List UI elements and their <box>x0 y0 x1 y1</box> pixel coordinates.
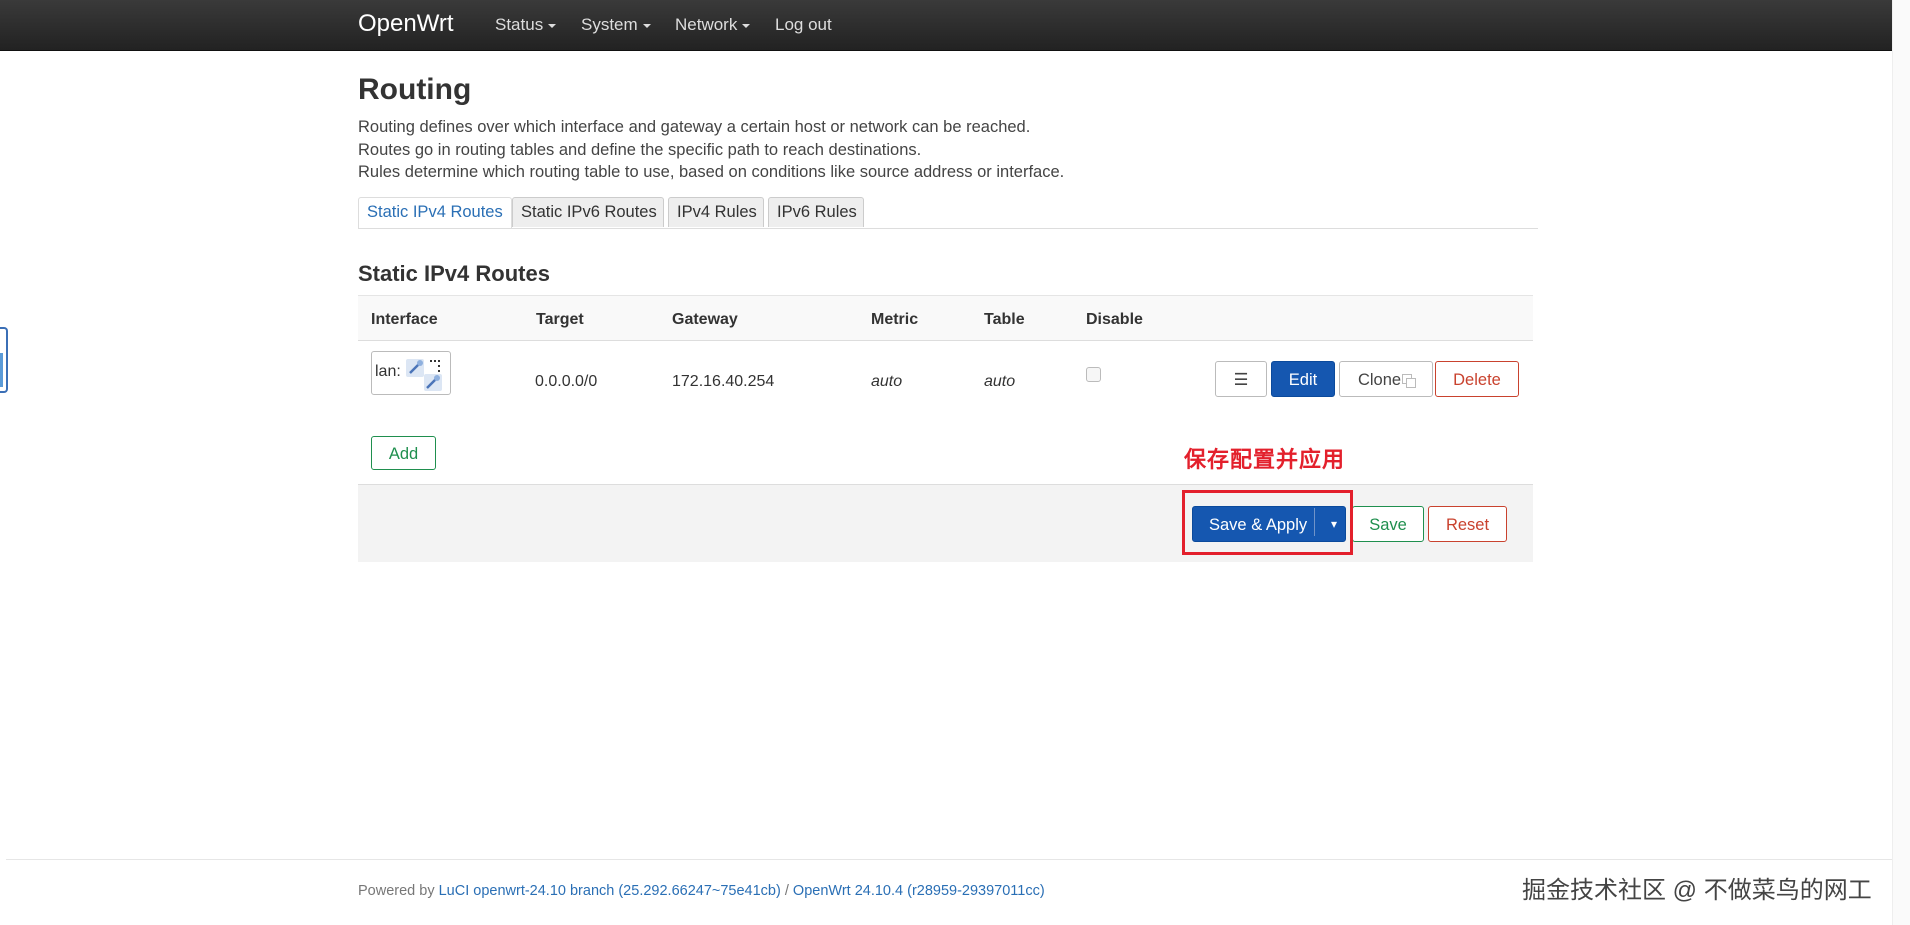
clone-button[interactable]: Clone <box>1339 361 1433 397</box>
description-line: Routing defines over which interface and… <box>358 118 1031 136</box>
description-line: Rules determine which routing table to u… <box>358 163 1065 181</box>
row-menu-button[interactable]: ☰ <box>1215 361 1267 397</box>
cell-metric: auto <box>871 373 903 390</box>
nav-logout[interactable]: Log out <box>775 15 832 35</box>
page-description: Routing defines over which interface and… <box>358 116 1064 184</box>
description-line: Routes go in routing tables and define t… <box>358 140 922 159</box>
openwrt-link[interactable]: OpenWrt 24.10.4 (r28959-29397011cc) <box>793 883 1045 899</box>
nav-system-label: System <box>581 15 638 34</box>
delete-button[interactable]: Delete <box>1435 361 1519 397</box>
interface-name: lan: <box>375 363 401 380</box>
disable-checkbox[interactable] <box>1086 367 1101 382</box>
footer-divider <box>6 859 1892 860</box>
luci-link[interactable]: LuCI openwrt-24.10 branch (25.292.66247~… <box>439 883 781 899</box>
column-disable: Disable <box>1086 311 1143 328</box>
top-navbar: OpenWrt Status System Network Log out <box>0 0 1892 51</box>
nav-status[interactable]: Status <box>495 15 557 35</box>
routes-table: Interface Target Gateway Metric Table Di… <box>358 295 1533 445</box>
tab-ipv6-rules[interactable]: IPv6 Rules <box>768 197 864 227</box>
save-button[interactable]: Save <box>1352 506 1424 542</box>
tab-static-ipv4-routes[interactable]: Static IPv4 Routes <box>358 197 512 228</box>
nav-network[interactable]: Network <box>675 15 751 35</box>
cell-table: auto <box>984 373 1016 390</box>
table-row: lan: 0.0.0.0/0 172.16.40.254 auto auto ☰… <box>358 341 1533 421</box>
column-interface: Interface <box>371 311 438 328</box>
annotation-label: 保存配置并应用 <box>1184 447 1346 472</box>
ethernet-port-icon <box>406 359 442 391</box>
page-title: Routing <box>358 73 472 106</box>
caret-down-icon <box>642 23 651 28</box>
footer-separator: / <box>784 883 789 899</box>
tab-static-ipv6-routes[interactable]: Static IPv6 Routes <box>512 197 664 227</box>
brand-logo[interactable]: OpenWrt <box>358 10 454 38</box>
caret-down-icon <box>742 23 751 28</box>
edit-button[interactable]: Edit <box>1271 361 1335 397</box>
side-panel-handle-fill <box>0 353 3 387</box>
section-title: Static IPv4 Routes <box>358 261 550 286</box>
footer-powered-by: Powered by LuCI openwrt-24.10 branch (25… <box>358 883 1045 899</box>
page-scrollbar[interactable] <box>1892 0 1910 925</box>
caret-down-icon <box>548 23 557 28</box>
add-button[interactable]: Add <box>371 436 436 470</box>
column-metric: Metric <box>871 311 919 328</box>
clone-icon <box>1402 374 1417 388</box>
reset-button[interactable]: Reset <box>1428 506 1507 542</box>
nav-network-label: Network <box>675 15 738 34</box>
side-panel-handle[interactable] <box>0 327 8 393</box>
interface-badge[interactable]: lan: <box>371 351 451 395</box>
clone-label: Clone <box>1357 371 1402 389</box>
powered-by-text: Powered by <box>358 883 435 899</box>
cell-target: 0.0.0.0/0 <box>535 373 598 390</box>
tab-ipv4-rules[interactable]: IPv4 Rules <box>668 197 764 227</box>
column-target: Target <box>536 311 584 328</box>
tab-bar: Static IPv4 Routes Static IPv6 Routes IP… <box>358 197 1538 229</box>
column-table: Table <box>984 311 1025 328</box>
column-gateway: Gateway <box>672 311 738 328</box>
table-header: Interface Target Gateway Metric Table Di… <box>358 295 1533 341</box>
watermark: 掘金技术社区 @ 不做菜鸟的网工 <box>1522 877 1872 904</box>
annotation-highlight-box <box>1182 490 1353 555</box>
nav-status-label: Status <box>495 15 544 34</box>
cell-gateway: 172.16.40.254 <box>672 373 775 390</box>
nav-system[interactable]: System <box>581 15 651 35</box>
